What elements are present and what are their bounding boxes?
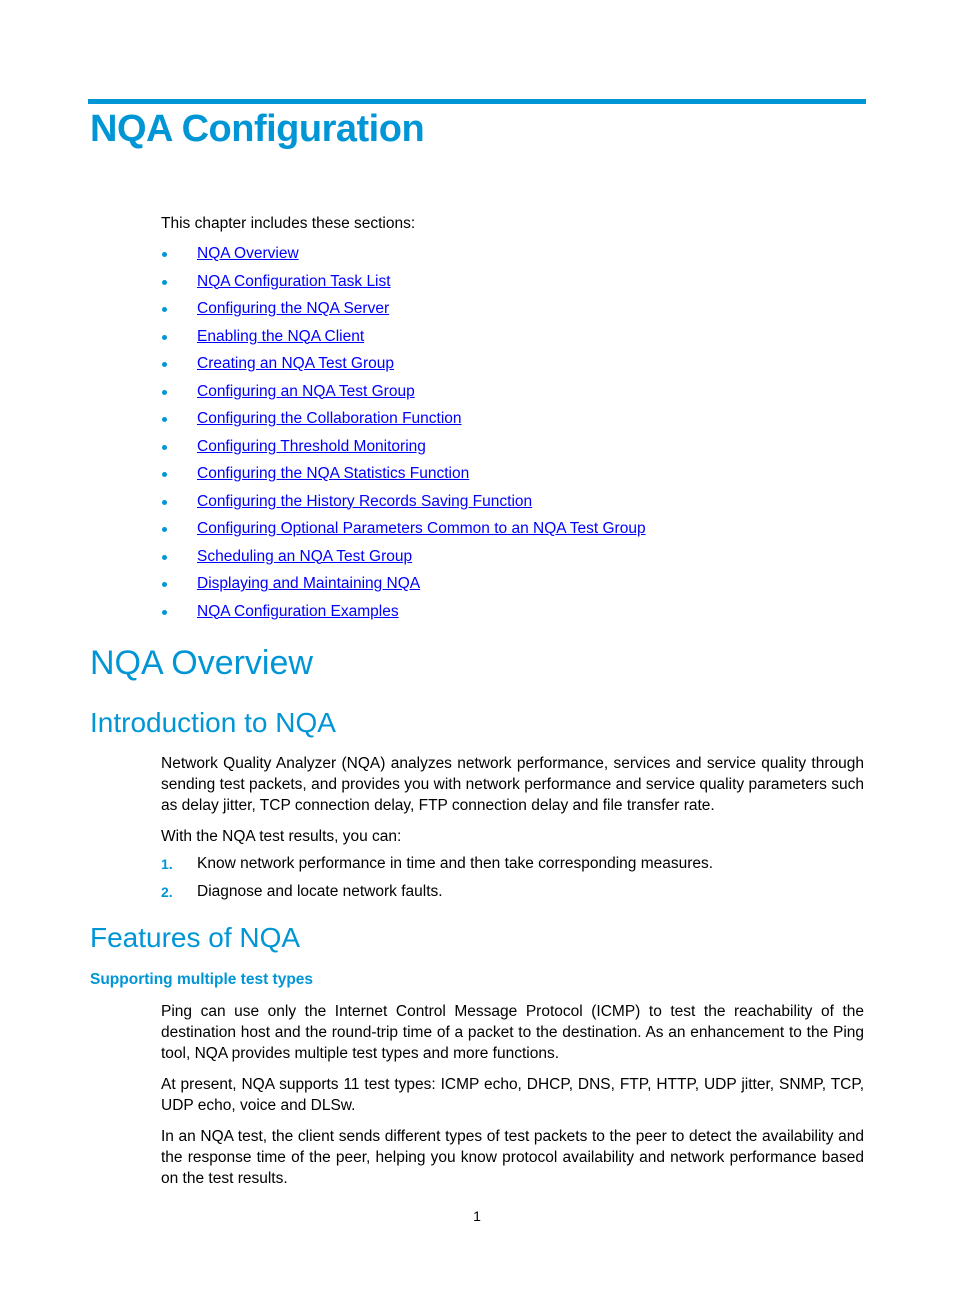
section-list: NQA Overview NQA Configuration Task List…	[161, 240, 646, 625]
header-rule	[88, 99, 866, 104]
step-number: 2.	[161, 884, 173, 900]
section-link-create-test-group[interactable]: Creating an NQA Test Group	[197, 355, 394, 372]
section-list-item: Scheduling an NQA Test Group	[161, 543, 646, 571]
section-link-threshold[interactable]: Configuring Threshold Monitoring	[197, 438, 426, 455]
section-link-displaying[interactable]: Displaying and Maintaining NQA	[197, 575, 420, 592]
chapter-title: NQA Configuration	[90, 108, 425, 150]
features-paragraph-2: At present, NQA supports 11 test types: …	[161, 1076, 864, 1114]
bullet-icon	[162, 582, 167, 587]
bullet-icon	[162, 279, 167, 285]
intro-paragraph-2: With the NQA test results, you can:	[161, 828, 402, 845]
section-link-task-list[interactable]: NQA Configuration Task List	[197, 273, 391, 290]
features-paragraph-3: In an NQA test, the client sends differe…	[161, 1128, 864, 1187]
intro-paragraph-1: Network Quality Analyzer (NQA) analyzes …	[161, 755, 864, 814]
section-list-item: Configuring the Collaboration Function	[161, 405, 646, 433]
section-list-item: Displaying and Maintaining NQA	[161, 570, 646, 598]
bullet-icon	[162, 527, 167, 532]
section-list-item: Enabling the NQA Client	[161, 323, 646, 351]
subsection-heading-features: Features of NQA	[90, 922, 301, 953]
results-list: 1. Know network performance in time and t…	[161, 850, 713, 906]
feature-heading-test-types: Supporting multiple test types	[90, 971, 314, 988]
section-link-optional-parameters[interactable]: Configuring Optional Parameters Common t…	[197, 520, 646, 537]
section-list-item: NQA Overview	[161, 240, 646, 268]
section-list-item: Configuring the NQA Statistics Function	[161, 460, 646, 488]
bullet-icon	[162, 554, 167, 560]
section-link-scheduling[interactable]: Scheduling an NQA Test Group	[197, 548, 412, 565]
bullet-icon	[162, 417, 167, 422]
bullet-icon	[162, 307, 167, 312]
bullet-icon	[162, 609, 167, 615]
bullet-icon	[162, 362, 167, 367]
section-link-nqa-server[interactable]: Configuring the NQA Server	[197, 300, 389, 317]
section-list-item: Creating an NQA Test Group	[161, 350, 646, 378]
section-link-nqa-overview[interactable]: NQA Overview	[197, 245, 299, 262]
section-list-item: NQA Configuration Task List	[161, 268, 646, 296]
section-link-statistics[interactable]: Configuring the NQA Statistics Function	[197, 465, 469, 482]
section-list-item: Configuring Optional Parameters Common t…	[161, 515, 646, 543]
section-list-item: NQA Configuration Examples	[161, 598, 646, 626]
bullet-icon	[162, 444, 167, 450]
features-paragraph-1: Ping can use only the Internet Control M…	[161, 1003, 864, 1062]
section-link-nqa-client[interactable]: Enabling the NQA Client	[197, 328, 364, 345]
intro-text: This chapter includes these sections:	[161, 215, 416, 232]
bullet-icon	[162, 334, 167, 340]
results-list-item: 1. Know network performance in time and t…	[161, 850, 713, 878]
bullet-icon	[162, 472, 167, 477]
section-list-item: Configuring the NQA Server	[161, 295, 646, 323]
results-list-item: 2. Diagnose and locate network faults.	[161, 878, 713, 906]
section-link-configure-test-group[interactable]: Configuring an NQA Test Group	[197, 383, 415, 400]
bullet-icon	[162, 499, 167, 505]
section-list-item: Configuring the History Records Saving F…	[161, 488, 646, 516]
section-list-item: Configuring Threshold Monitoring	[161, 433, 646, 461]
page-number: 1	[473, 1208, 481, 1224]
step-text: Know network performance in time and the…	[197, 855, 714, 872]
bullet-icon	[162, 252, 167, 257]
section-link-examples[interactable]: NQA Configuration Examples	[197, 603, 399, 620]
section-heading-overview: NQA Overview	[90, 644, 313, 682]
section-list-item: Configuring an NQA Test Group	[161, 378, 646, 406]
bullet-icon	[162, 389, 167, 395]
section-link-history-records[interactable]: Configuring the History Records Saving F…	[197, 493, 532, 510]
step-text: Diagnose and locate network faults.	[197, 883, 443, 900]
subsection-heading-introduction: Introduction to NQA	[90, 707, 336, 738]
step-number: 1.	[161, 856, 173, 872]
section-link-collaboration[interactable]: Configuring the Collaboration Function	[197, 410, 462, 427]
